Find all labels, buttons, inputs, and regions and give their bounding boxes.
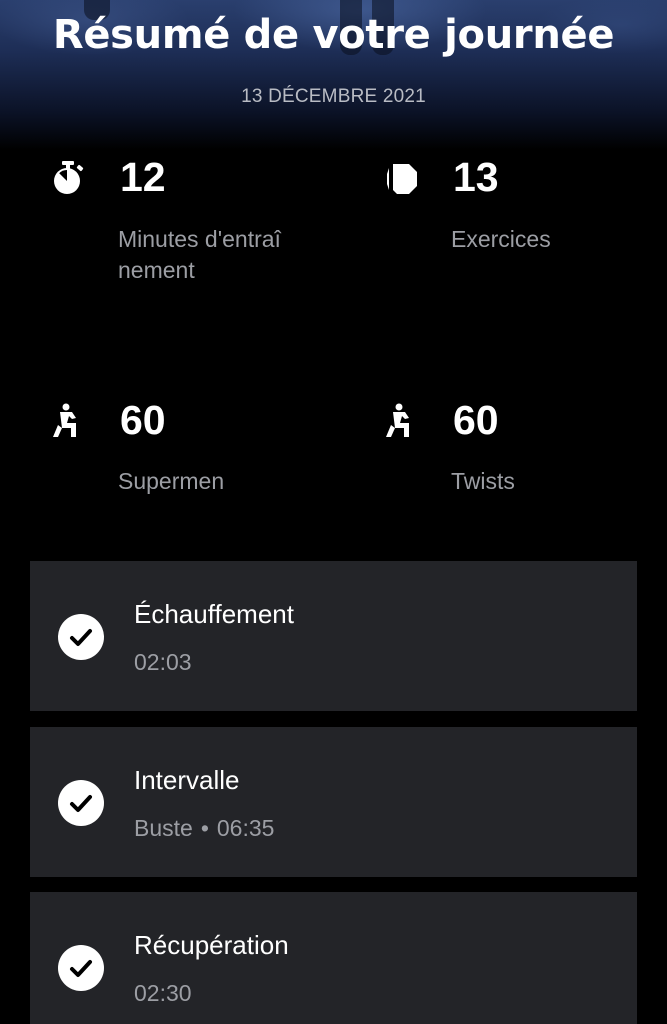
exercise-block-icon <box>387 164 417 194</box>
session-card-interval[interactable]: Intervalle Buste • 06:35 <box>30 727 637 877</box>
stat-label: Minutes d'entraînement <box>118 226 281 283</box>
check-circle-icon <box>58 945 104 991</box>
stat-value: 12 <box>120 154 166 200</box>
session-category: Buste <box>134 815 193 841</box>
summary-date: 13 DÉCEMBRE 2021 <box>241 86 426 107</box>
session-duration: 06:35 <box>216 815 275 841</box>
stat-value: 60 <box>453 397 499 443</box>
stat-value: 13 <box>453 154 499 200</box>
session-card-recovery[interactable]: Récupération 02:30 <box>30 892 637 1024</box>
page-title: Résumé de votre journée <box>52 12 615 58</box>
separator-dot: • <box>200 815 209 841</box>
exercise-figure-icon <box>386 403 409 437</box>
exercise-figure-icon <box>53 403 76 437</box>
stat-value: 60 <box>120 397 166 443</box>
session-name: Intervalle <box>134 765 240 795</box>
stat-label: Supermen <box>118 468 225 494</box>
check-circle-icon <box>58 614 104 660</box>
session-duration: 02:03 <box>134 649 192 675</box>
session-name: Échauffement <box>134 599 294 629</box>
stat-label: Exercices <box>451 226 551 252</box>
session-card-warmup[interactable]: Échauffement 02:03 <box>30 561 637 711</box>
stopwatch-icon <box>54 161 84 194</box>
session-duration: 02:30 <box>134 980 192 1006</box>
stat-label: Twists <box>451 468 515 494</box>
session-meta: Buste • 06:35 <box>134 815 274 842</box>
check-circle-icon <box>58 780 104 826</box>
session-name: Récupération <box>134 930 289 960</box>
